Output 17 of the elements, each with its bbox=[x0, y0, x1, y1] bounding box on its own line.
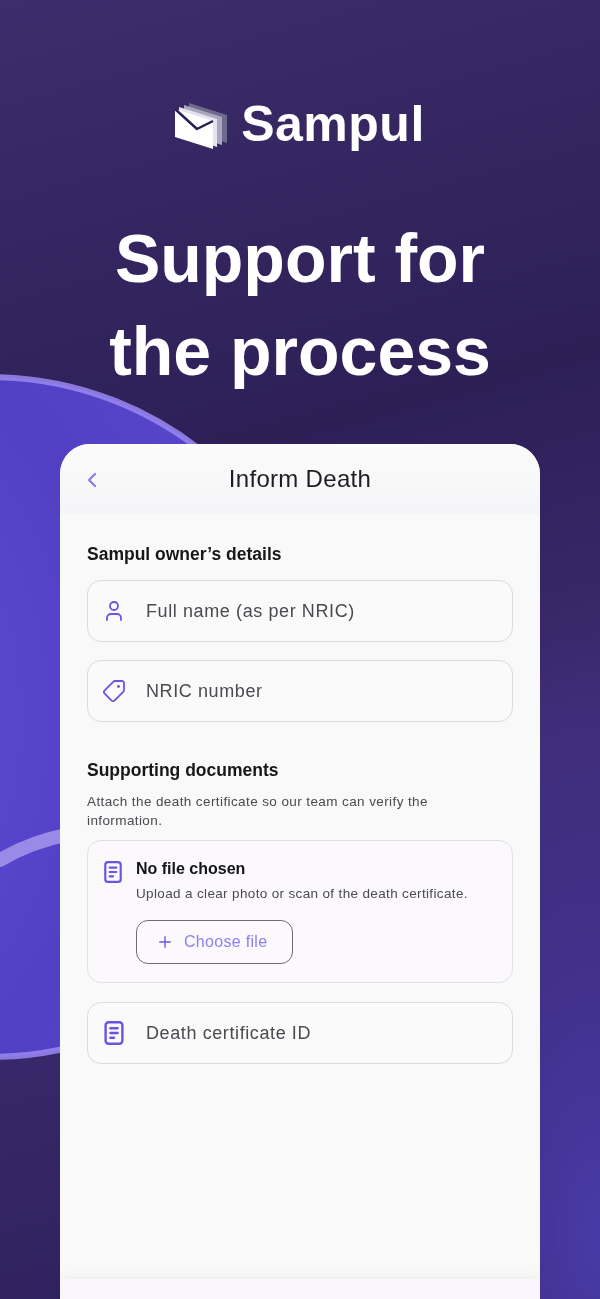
section-title: Supporting documents bbox=[87, 759, 280, 782]
section-description: Attach the death certificate so our team can verify the information. bbox=[87, 793, 429, 830]
upload-status: No file chosen bbox=[136, 859, 247, 879]
headline-text: Support for bbox=[114, 219, 486, 298]
screen-title: Inform Death bbox=[228, 464, 372, 494]
headline-text: the process bbox=[109, 312, 491, 391]
brand-name: Sampul bbox=[241, 96, 425, 152]
plus-icon bbox=[156, 933, 174, 951]
input-field[interactable]: Full name (as per NRIC) bbox=[87, 580, 513, 642]
input-field[interactable]: NRIC number bbox=[87, 660, 513, 722]
input-field[interactable]: Death certificate ID bbox=[87, 1002, 513, 1064]
choose-file-button[interactable]: Choose file bbox=[136, 920, 293, 964]
upload-hint: Upload a clear photo or scan of the death certificate. bbox=[136, 885, 468, 903]
section-title: Sampul owner’s details bbox=[87, 543, 283, 566]
document-icon bbox=[104, 1021, 124, 1045]
document-icon bbox=[104, 861, 122, 883]
tag-icon bbox=[102, 679, 126, 703]
